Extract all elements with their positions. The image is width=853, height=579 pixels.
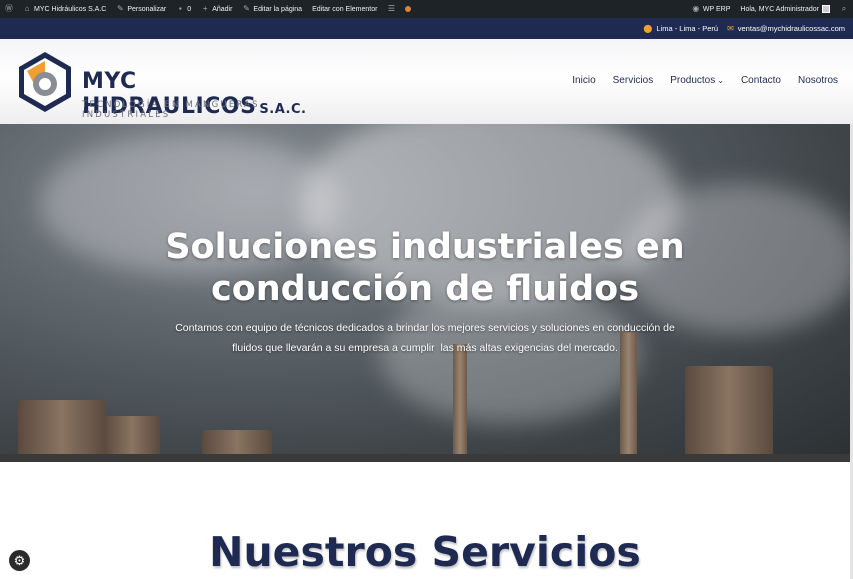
- location-pin-icon: ⬤: [643, 24, 653, 33]
- cooling-tower: [18, 400, 106, 462]
- edit-elementor-label: Editar con Elementor: [312, 5, 378, 13]
- comment-icon: ▪: [178, 4, 182, 13]
- search-icon: ⌕: [841, 4, 847, 13]
- nav-inicio[interactable]: Inicio: [572, 75, 595, 86]
- email-icon: ✉: [727, 24, 734, 33]
- nav-nosotros[interactable]: Nosotros: [798, 75, 838, 86]
- accessibility-icon: ⚙: [13, 553, 26, 568]
- location-label: Lima - Lima - Perú: [656, 24, 719, 33]
- nav-productos[interactable]: Productos ⌄: [670, 75, 724, 86]
- comments-count: 0: [187, 5, 192, 13]
- hero-ground: [0, 454, 850, 462]
- customize-label: Personalizar: [127, 5, 167, 13]
- avatar: [822, 5, 830, 13]
- wordpress-menu[interactable]: Ⓦ: [0, 0, 18, 18]
- wp-erp-label: WP ERP: [702, 5, 731, 13]
- plus-icon: +: [202, 4, 208, 13]
- location-info: ⬤ Lima - Lima - Perú: [643, 24, 718, 33]
- pencil-icon: ✎: [243, 4, 250, 13]
- wp-erp-link[interactable]: ◉ WP ERP: [687, 0, 736, 18]
- hero-section: Soluciones industriales en conducción de …: [0, 124, 850, 462]
- pencil-icon: ✎: [117, 4, 124, 13]
- site-header: MYC HIDRAULICOS S.A.C. TECNOLOGÍA EN MANG…: [0, 39, 853, 124]
- erp-icon: ◉: [692, 4, 700, 13]
- elementor-icon: ☰: [387, 4, 396, 13]
- site-name-label: MYC Hidráulicos S.A.C: [34, 5, 107, 13]
- main-nav: Inicio Servicios Productos ⌄ Contacto Nos…: [572, 75, 838, 86]
- customize-link[interactable]: ✎ Personalizar: [111, 0, 171, 18]
- hero-title: Soluciones industriales en conducción de …: [0, 226, 850, 310]
- chimney: [453, 344, 467, 462]
- nav-contacto[interactable]: Contacto: [741, 75, 781, 86]
- wordpress-icon: Ⓦ: [5, 4, 13, 13]
- admin-bar: Ⓦ ⌂ MYC Hidráulicos S.A.C ✎ Personalizar…: [0, 0, 853, 18]
- elementor-button[interactable]: ☰: [382, 0, 400, 18]
- cooling-tower: [685, 366, 773, 462]
- logo-mark-icon: [19, 52, 71, 112]
- hero-description: Contamos con equipo de técnicos dedicado…: [165, 318, 685, 358]
- nav-servicios-label: Servicios: [612, 75, 654, 86]
- email-label: ventas@mychidraulicossac.com: [737, 24, 845, 33]
- hero-title-line1: Soluciones industriales en: [165, 227, 685, 267]
- admin-search-button[interactable]: ⌕: [835, 0, 853, 18]
- services-title: Nuestros Servicios: [209, 528, 641, 576]
- status-dot-icon: [405, 6, 412, 12]
- site-logo[interactable]: MYC HIDRAULICOS S.A.C. TECNOLOGÍA EN MANG…: [15, 50, 335, 120]
- nav-contacto-label: Contacto: [740, 75, 781, 86]
- add-new-link[interactable]: + Añadir: [196, 0, 237, 18]
- nav-inicio-label: Inicio: [572, 75, 596, 86]
- hero-text-line2: fluidos que llevarán a su empresa a cump…: [232, 342, 618, 354]
- email-link[interactable]: ✉ ventas@mychidraulicossac.com: [727, 24, 845, 33]
- edit-page-label: Editar la página: [253, 5, 303, 13]
- logo-tagline: TECNOLOGÍA EN MANGUERAS INDUSTRIALES: [82, 100, 260, 120]
- status-indicator[interactable]: [400, 0, 416, 18]
- add-new-label: Añadir: [212, 5, 233, 13]
- accessibility-button[interactable]: ⚙: [9, 550, 30, 571]
- hero-title-line2: conducción de fluidos: [210, 269, 640, 309]
- nav-nosotros-label: Nosotros: [797, 75, 838, 86]
- chevron-down-icon: ⌄: [717, 76, 724, 85]
- greeting-label: Hola, MYC Administrador: [740, 5, 819, 13]
- nav-productos-label: Productos: [670, 75, 716, 86]
- home-icon: ⌂: [24, 4, 30, 13]
- edit-elementor-link[interactable]: Editar con Elementor: [307, 0, 382, 18]
- nav-servicios[interactable]: Servicios: [613, 75, 654, 86]
- comments-link[interactable]: ▪ 0: [171, 0, 196, 18]
- edit-page-link[interactable]: ✎ Editar la página: [237, 0, 307, 18]
- account-menu[interactable]: Hola, MYC Administrador: [735, 0, 835, 18]
- top-info-bar: ⬤ Lima - Lima - Perú ✉ ventas@mychidraul…: [0, 18, 853, 39]
- site-name-link[interactable]: ⌂ MYC Hidráulicos S.A.C: [18, 0, 111, 18]
- hero-text-line1: Contamos con equipo de técnicos dedicado…: [175, 322, 675, 334]
